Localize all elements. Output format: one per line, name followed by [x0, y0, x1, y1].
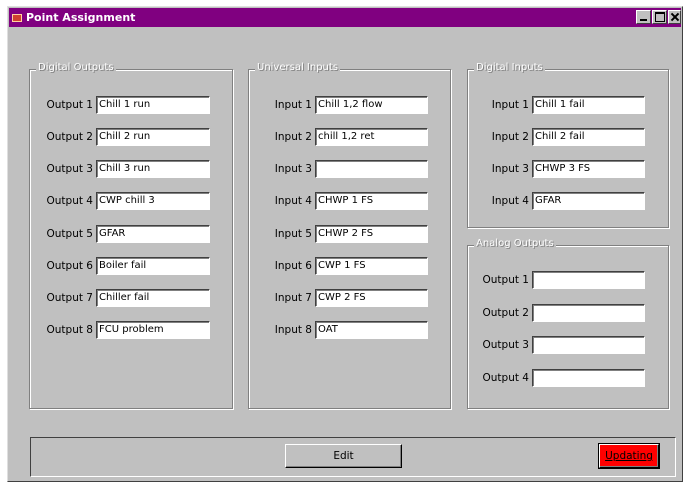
- digital-output-field[interactable]: Chill 2 run: [96, 127, 210, 146]
- digital-output-field[interactable]: GFAR: [96, 224, 210, 243]
- universal-input-label: Input 2: [274, 130, 312, 143]
- analog-output-row: Output 1: [468, 270, 645, 289]
- universal-input-row: Input 2 chill 1,2 ret: [249, 127, 428, 146]
- analog-outputs-legend: Analog Outputs: [474, 238, 556, 249]
- universal-input-field[interactable]: CHWP 1 FS: [315, 191, 428, 210]
- digital-output-label: Output 5: [46, 227, 94, 240]
- universal-input-field[interactable]: chill 1,2 ret: [315, 127, 428, 146]
- minimize-button[interactable]: [636, 10, 651, 24]
- universal-inputs-legend: Universal Inputs: [255, 62, 341, 73]
- app-icon: [12, 13, 22, 22]
- universal-input-row: Input 4 CHWP 1 FS: [249, 191, 428, 210]
- analog-output-label: Output 3: [482, 338, 530, 351]
- universal-input-label: Input 3: [274, 162, 312, 175]
- universal-input-field[interactable]: Chill 1,2 flow: [315, 95, 428, 114]
- digital-input-row: Input 2 Chill 2 fail: [468, 127, 645, 146]
- universal-input-row: Input 1 Chill 1,2 flow: [249, 95, 428, 114]
- digital-output-label: Output 8: [46, 323, 94, 336]
- analog-output-label: Output 2: [482, 306, 530, 319]
- bottom-panel: Edit Updating: [30, 437, 676, 477]
- digital-output-field[interactable]: Chill 1 run: [96, 95, 210, 114]
- universal-input-label: Input 7: [274, 291, 312, 304]
- universal-input-row: Input 3: [249, 159, 428, 178]
- digital-output-field[interactable]: CWP chill 3: [96, 191, 210, 210]
- universal-input-field[interactable]: CHWP 2 FS: [315, 224, 428, 243]
- universal-input-label: Input 1: [274, 98, 312, 111]
- digital-output-label: Output 2: [46, 130, 94, 143]
- digital-input-label: Input 3: [491, 162, 529, 175]
- edit-button[interactable]: Edit: [285, 444, 402, 468]
- digital-input-field[interactable]: Chill 1 fail: [532, 95, 645, 114]
- digital-input-field[interactable]: GFAR: [532, 191, 645, 210]
- analog-output-field[interactable]: [532, 368, 645, 387]
- digital-output-field[interactable]: FCU problem: [96, 320, 210, 339]
- analog-output-row: Output 4: [468, 368, 645, 387]
- universal-input-row: Input 7 CWP 2 FS: [249, 288, 428, 307]
- universal-input-label: Input 5: [274, 227, 312, 240]
- universal-input-field[interactable]: CWP 1 FS: [315, 256, 428, 275]
- digital-input-field[interactable]: CHWP 3 FS: [532, 159, 645, 178]
- window-controls: [635, 10, 681, 24]
- point-assignment-window: Point Assignment Digital Outputs Output …: [7, 6, 683, 482]
- universal-input-label: Input 6: [274, 259, 312, 272]
- digital-input-label: Input 4: [491, 194, 529, 207]
- maximize-button[interactable]: [652, 10, 667, 24]
- analog-output-label: Output 4: [482, 371, 530, 384]
- digital-output-row: Output 3 Chill 3 run: [30, 159, 210, 178]
- analog-output-row: Output 2: [468, 303, 645, 322]
- analog-output-field[interactable]: [532, 335, 645, 354]
- analog-output-field[interactable]: [532, 270, 645, 289]
- analog-output-field[interactable]: [532, 303, 645, 322]
- title-bar[interactable]: Point Assignment: [9, 8, 681, 27]
- digital-output-row: Output 7 Chiller fail: [30, 288, 210, 307]
- digital-output-field[interactable]: Chill 3 run: [96, 159, 210, 178]
- digital-input-row: Input 4 GFAR: [468, 191, 645, 210]
- digital-output-label: Output 6: [46, 259, 94, 272]
- digital-output-field[interactable]: Boiler fail: [96, 256, 210, 275]
- digital-output-label: Output 1: [46, 98, 94, 111]
- digital-outputs-group: Digital Outputs Output 1 Chill 1 run Out…: [29, 62, 233, 409]
- digital-outputs-legend: Digital Outputs: [36, 62, 116, 73]
- digital-output-row: Output 6 Boiler fail: [30, 256, 210, 275]
- digital-output-row: Output 5 GFAR: [30, 224, 210, 243]
- analog-output-label: Output 1: [482, 273, 530, 286]
- universal-input-label: Input 4: [274, 194, 312, 207]
- digital-input-field[interactable]: Chill 2 fail: [532, 127, 645, 146]
- digital-input-row: Input 1 Chill 1 fail: [468, 95, 645, 114]
- digital-inputs-legend: Digital Inputs: [474, 62, 545, 73]
- digital-input-row: Input 3 CHWP 3 FS: [468, 159, 645, 178]
- digital-output-label: Output 4: [46, 194, 94, 207]
- digital-output-row: Output 2 Chill 2 run: [30, 127, 210, 146]
- digital-output-label: Output 7: [46, 291, 94, 304]
- analog-outputs-group: Analog Outputs Output 1 Output 2 Output …: [467, 238, 669, 409]
- universal-input-row: Input 8 OAT: [249, 320, 428, 339]
- updating-button[interactable]: Updating: [598, 443, 660, 469]
- universal-inputs-group: Universal Inputs Input 1 Chill 1,2 flow …: [248, 62, 451, 409]
- digital-input-label: Input 2: [491, 130, 529, 143]
- universal-input-field[interactable]: [315, 159, 428, 178]
- universal-input-field[interactable]: CWP 2 FS: [315, 288, 428, 307]
- universal-input-field[interactable]: OAT: [315, 320, 428, 339]
- digital-output-row: Output 4 CWP chill 3: [30, 191, 210, 210]
- universal-input-label: Input 8: [274, 323, 312, 336]
- digital-output-row: Output 8 FCU problem: [30, 320, 210, 339]
- close-button[interactable]: [668, 10, 681, 24]
- digital-output-label: Output 3: [46, 162, 94, 175]
- universal-input-row: Input 6 CWP 1 FS: [249, 256, 428, 275]
- digital-output-row: Output 1 Chill 1 run: [30, 95, 210, 114]
- analog-output-row: Output 3: [468, 335, 645, 354]
- window-title: Point Assignment: [26, 11, 136, 24]
- digital-input-label: Input 1: [491, 98, 529, 111]
- digital-output-field[interactable]: Chiller fail: [96, 288, 210, 307]
- universal-input-row: Input 5 CHWP 2 FS: [249, 224, 428, 243]
- digital-inputs-group: Digital Inputs Input 1 Chill 1 fail Inpu…: [467, 62, 669, 228]
